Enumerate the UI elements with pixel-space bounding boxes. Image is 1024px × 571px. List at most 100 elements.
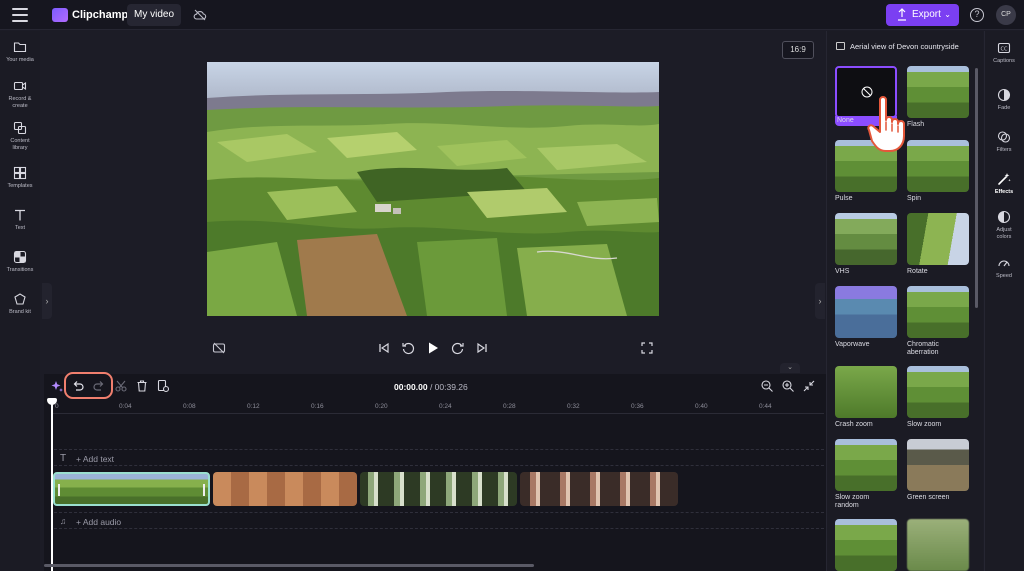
rewind-5s-icon[interactable]: [401, 341, 415, 355]
collapse-left-panel-button[interactable]: ›: [42, 283, 52, 319]
add-text-button[interactable]: + Add text: [76, 454, 114, 464]
collapse-right-panel-button[interactable]: ›: [815, 283, 825, 319]
playhead[interactable]: [47, 398, 57, 571]
fit-timeline-icon[interactable]: [802, 379, 816, 393]
effect-thumbnail: [907, 366, 969, 418]
zoom-out-icon[interactable]: [760, 379, 774, 393]
svg-text:CC: CC: [1001, 47, 1008, 53]
menu-icon[interactable]: [12, 8, 28, 22]
video-clip-selected[interactable]: [53, 472, 210, 506]
play-icon[interactable]: [426, 341, 440, 355]
ruler-tick: 0:24: [439, 403, 452, 410]
templates-icon: [13, 166, 27, 180]
video-clip[interactable]: [213, 472, 357, 506]
effect-name: Crash zoom: [835, 421, 873, 428]
effect-thumbnail: [907, 519, 969, 571]
effect-item[interactable]: [907, 519, 969, 571]
clipchamp-logo-icon: [52, 8, 68, 22]
rnav-effects[interactable]: Effects: [984, 172, 1024, 196]
camera-icon: [13, 81, 27, 91]
undo-redo-highlight: [64, 372, 113, 399]
hand-cursor-icon: [867, 96, 905, 152]
effect-name: Pulse: [835, 195, 853, 202]
ruler-tick: 0:28: [503, 403, 516, 410]
zoom-in-icon[interactable]: [781, 379, 795, 393]
export-button[interactable]: Export ⌄: [886, 4, 959, 26]
fullscreen-icon[interactable]: [640, 341, 654, 355]
audio-track[interactable]: ♫ + Add audio: [54, 512, 824, 529]
cloud-sync-off-icon[interactable]: [193, 8, 207, 22]
forward-5s-icon[interactable]: [451, 341, 465, 355]
current-time: 00:00.00: [394, 382, 428, 392]
aspect-ratio-button[interactable]: 16:9: [782, 41, 814, 59]
right-sidebar: [984, 31, 1024, 571]
effect-item[interactable]: [835, 519, 897, 571]
ruler-tick: 0:44: [759, 403, 772, 410]
video-clip[interactable]: [520, 472, 678, 506]
skip-forward-icon[interactable]: [475, 341, 489, 355]
effect-vaporwave[interactable]: Vaporwave: [835, 286, 897, 349]
adjust-colors-icon: [997, 210, 1011, 224]
effect-vhs[interactable]: VHS: [835, 213, 897, 276]
effect-slow-zoom[interactable]: Slow zoom: [907, 366, 969, 429]
avatar[interactable]: CP: [996, 5, 1016, 25]
ruler-tick: 0:08: [183, 403, 196, 410]
rnav-filters[interactable]: Filters: [984, 130, 1024, 154]
nav-templates[interactable]: Templates: [0, 166, 40, 190]
detach-audio-icon[interactable]: [156, 379, 170, 393]
effect-thumbnail: [835, 439, 897, 491]
nav-label: Text: [14, 225, 26, 231]
video-preview[interactable]: [207, 62, 659, 316]
effect-spin[interactable]: Spin: [907, 140, 969, 203]
nav-text[interactable]: Text: [0, 208, 40, 232]
rnav-captions[interactable]: CC Captions: [984, 41, 1024, 65]
rnav-label: Speed: [996, 273, 1012, 279]
sparkle-icon[interactable]: [50, 379, 64, 393]
text-icon: [15, 209, 25, 221]
video-clip[interactable]: [360, 472, 517, 506]
effect-slow-zoom-random[interactable]: Slow zoom random: [835, 439, 897, 510]
rnav-label: Adjust colors: [996, 227, 1012, 240]
library-icon: [13, 121, 27, 135]
scissors-icon[interactable]: [114, 379, 128, 393]
nav-transitions[interactable]: Transitions: [0, 250, 40, 274]
brand-kit-icon: [14, 293, 26, 305]
timeline-scrollbar[interactable]: [44, 564, 534, 567]
chevron-down-icon: ⌄: [944, 10, 951, 19]
effect-thumbnail: [907, 439, 969, 491]
effect-name: Green screen: [907, 494, 950, 501]
rnav-adjust-colors[interactable]: Adjust colors: [984, 210, 1024, 240]
timeline-ruler[interactable]: 0 0:04 0:08 0:12 0:16 0:20 0:24 0:28 0:3…: [52, 400, 824, 414]
effect-name: Chromatic aberration: [907, 341, 939, 356]
effect-thumbnail: [835, 213, 897, 265]
project-title[interactable]: My video: [127, 4, 181, 26]
effect-flash[interactable]: Flash: [907, 66, 969, 129]
captions-toggle-icon[interactable]: [212, 341, 226, 355]
rnav-label: Captions: [993, 58, 1015, 64]
nav-brand-kit[interactable]: Brand kit: [0, 292, 40, 316]
nav-content-library[interactable]: Content library: [0, 121, 40, 151]
help-icon[interactable]: ?: [970, 8, 984, 22]
text-track[interactable]: T + Add text: [54, 449, 824, 466]
effect-crash-zoom[interactable]: Crash zoom: [835, 366, 897, 429]
effect-thumbnail: [907, 66, 969, 118]
effect-green-screen[interactable]: Green screen: [907, 439, 969, 502]
effect-rotate[interactable]: Rotate: [907, 213, 969, 276]
ruler-tick: 0:04: [119, 403, 132, 410]
export-label: Export: [912, 9, 941, 20]
effect-name: Slow zoom: [907, 421, 942, 428]
collapse-timeline-button[interactable]: ⌄: [780, 363, 800, 373]
rnav-speed[interactable]: Speed: [984, 256, 1024, 280]
panel-title: Aerial view of Devon countryside: [836, 42, 959, 51]
add-audio-button[interactable]: + Add audio: [76, 517, 121, 527]
clip-icon: [836, 42, 845, 50]
nav-record-create[interactable]: Record & create: [0, 79, 40, 109]
rnav-fade[interactable]: Fade: [984, 88, 1024, 112]
effects-panel-scrollbar[interactable]: [975, 68, 978, 308]
effect-thumbnail: [907, 286, 969, 338]
rnav-label: Filters: [996, 147, 1012, 153]
effect-chromatic-aberration[interactable]: Chromatic aberration: [907, 286, 969, 357]
skip-back-icon[interactable]: [377, 341, 391, 355]
nav-your-media[interactable]: Your media: [0, 40, 40, 64]
trash-icon[interactable]: [135, 379, 149, 393]
